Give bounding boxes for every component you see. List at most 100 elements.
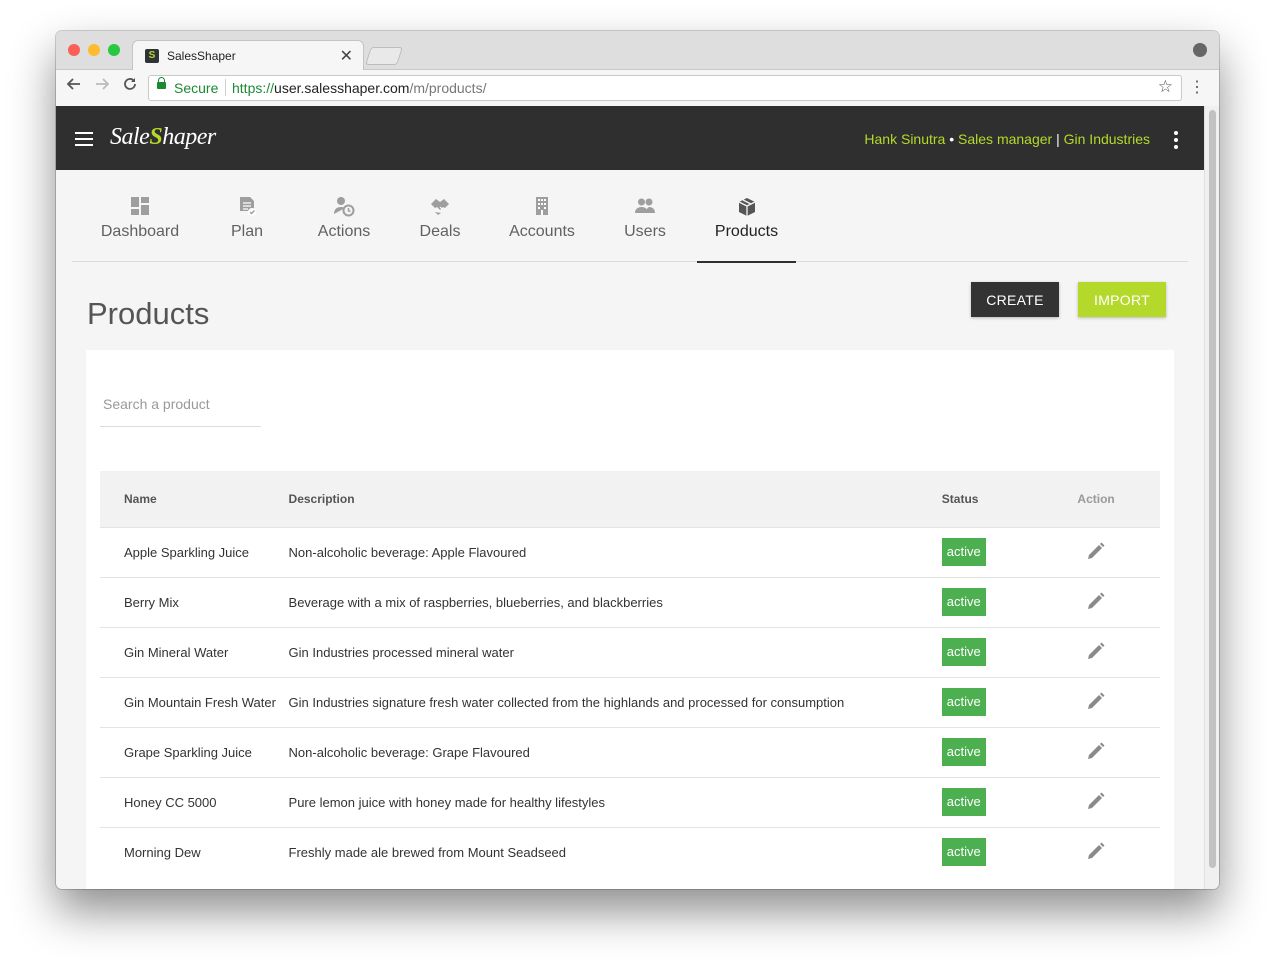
table-row[interactable]: Grape Sparkling Juice Non-alcoholic beve… (100, 726, 1160, 777)
product-name[interactable]: Morning Dew (100, 826, 288, 877)
page-title: Products (87, 296, 210, 331)
user-role[interactable]: Sales manager (958, 131, 1052, 147)
user-info[interactable]: Hank Sinutra • Sales manager | Gin Indus… (864, 131, 1150, 147)
minimize-window-button[interactable] (88, 44, 100, 56)
edit-pencil-icon[interactable] (1086, 641, 1106, 661)
hamburger-menu-icon[interactable] (75, 132, 93, 146)
table-row[interactable]: Honey CC 5000 Pure lemon juice with hone… (100, 776, 1160, 827)
column-header-description[interactable]: Description (288, 471, 941, 527)
url-text[interactable]: https://user.salesshaper.com/m/products/ (232, 80, 486, 96)
table-row[interactable]: Gin Mountain Fresh Water Gin Industries … (100, 676, 1160, 727)
product-name[interactable]: Berry Mix (100, 576, 288, 627)
profile-icon[interactable] (1193, 43, 1207, 57)
edit-pencil-icon[interactable] (1086, 591, 1106, 611)
salesshaper-logo[interactable]: SaleShaper (110, 124, 216, 151)
lock-icon (157, 77, 166, 89)
address-bar: Secure https://user.salesshaper.com/m/pr… (56, 70, 1219, 107)
product-description: Pure lemon juice with honey made for hea… (287, 776, 941, 827)
building-icon (536, 197, 548, 215)
status-cell: active (940, 626, 1033, 677)
tab-title: SalesShaper (167, 49, 236, 63)
action-cell (1032, 776, 1160, 827)
table-row[interactable]: Gin Mineral Water Gin Industries process… (100, 626, 1160, 677)
status-badge: active (941, 538, 986, 566)
column-header-action: Action (1077, 491, 1115, 506)
tab-label: Dashboard (100, 223, 180, 240)
browser-menu-icon[interactable]: ⋮ (1189, 77, 1205, 97)
tab-close-icon[interactable]: ✕ (340, 46, 353, 66)
app-menu-icon[interactable] (1174, 131, 1178, 152)
browser-window: S SalesShaper ✕ Secure https://user.sale… (56, 31, 1219, 889)
status-cell: active (940, 726, 1033, 777)
app-header: SaleShaper Hank Sinutra • Sales manager … (56, 106, 1204, 170)
product-name[interactable]: Apple Sparkling Juice (100, 526, 288, 577)
reload-icon[interactable] (122, 76, 138, 97)
tab-products[interactable]: Products (697, 170, 796, 263)
tab-deals[interactable]: Deals (405, 170, 475, 261)
logo-suffix: haper (162, 124, 216, 150)
status-cell: active (940, 776, 1033, 827)
logo-bolt: S (149, 124, 163, 150)
edit-pencil-icon[interactable] (1086, 741, 1106, 761)
tab-label: Accounts (509, 223, 575, 240)
forward-arrow-icon[interactable] (94, 76, 110, 97)
maximize-window-button[interactable] (108, 44, 120, 56)
product-name[interactable]: Grape Sparkling Juice (100, 726, 288, 777)
url-domain: user.salesshaper.com (274, 80, 410, 96)
url-scheme: https:// (232, 80, 275, 96)
status-cell: active (940, 826, 1033, 877)
status-badge: active (941, 788, 986, 816)
action-cell (1032, 676, 1160, 727)
tab-plan[interactable]: Plan (212, 170, 282, 261)
plan-icon (240, 197, 256, 216)
table-row[interactable]: Apple Sparkling Juice Non-alcoholic beve… (100, 526, 1160, 577)
create-button[interactable]: CREATE (971, 282, 1059, 317)
action-cell (1032, 826, 1160, 877)
tab-actions[interactable]: Actions (304, 170, 384, 261)
back-arrow-icon[interactable] (66, 76, 82, 97)
table-row[interactable]: Morning Dew Freshly made ale brewed from… (100, 826, 1160, 877)
url-path: /m/products/ (409, 80, 487, 96)
action-cell (1032, 626, 1160, 677)
close-window-button[interactable] (68, 44, 80, 56)
product-name[interactable]: Gin Mountain Fresh Water (100, 676, 288, 727)
import-button[interactable]: IMPORT (1078, 282, 1166, 317)
tab-label: Products (714, 223, 779, 240)
user-name[interactable]: Hank Sinutra (864, 131, 945, 147)
box-icon (738, 198, 755, 216)
status-badge: active (941, 638, 986, 666)
scrollbar-thumb[interactable] (1209, 110, 1216, 868)
edit-pencil-icon[interactable] (1086, 691, 1106, 711)
edit-pencil-icon[interactable] (1086, 841, 1106, 861)
new-tab-button[interactable] (365, 47, 403, 65)
users-icon (635, 198, 655, 213)
products-card: Name Description Status Action Apple Spa… (86, 350, 1174, 889)
handshake-icon (431, 199, 449, 215)
status-badge: active (941, 738, 986, 766)
column-header-name[interactable]: Name (100, 471, 288, 527)
edit-pencil-icon[interactable] (1086, 541, 1106, 561)
product-description: Non-alcoholic beverage: Grape Flavoured (287, 726, 941, 777)
user-separator-dot: • (945, 131, 959, 147)
browser-tab[interactable]: S SalesShaper ✕ (132, 40, 364, 71)
omnibox-divider (225, 79, 226, 96)
tab-dashboard[interactable]: Dashboard (90, 170, 190, 261)
status-cell: active (940, 576, 1033, 627)
tab-label: Users (624, 223, 666, 240)
tab-users[interactable]: Users (610, 170, 680, 261)
product-name[interactable]: Gin Mineral Water (100, 626, 288, 677)
user-company[interactable]: Gin Industries (1064, 131, 1150, 147)
dashboard-icon (131, 197, 149, 215)
scrollbar[interactable] (1204, 106, 1219, 889)
bookmark-star-icon[interactable]: ☆ (1158, 77, 1173, 97)
column-header-status[interactable]: Status (941, 471, 1032, 527)
table-row[interactable]: Berry Mix Beverage with a mix of raspber… (100, 576, 1160, 627)
search-input[interactable] (100, 382, 261, 427)
edit-pencil-icon[interactable] (1086, 791, 1106, 811)
action-cell (1032, 576, 1160, 627)
product-name[interactable]: Honey CC 5000 (100, 776, 288, 827)
url-omnibox[interactable]: Secure https://user.salesshaper.com/m/pr… (148, 75, 1182, 101)
favicon-icon: S (145, 49, 159, 63)
tab-accounts[interactable]: Accounts (497, 170, 587, 261)
actions-icon (334, 197, 355, 217)
